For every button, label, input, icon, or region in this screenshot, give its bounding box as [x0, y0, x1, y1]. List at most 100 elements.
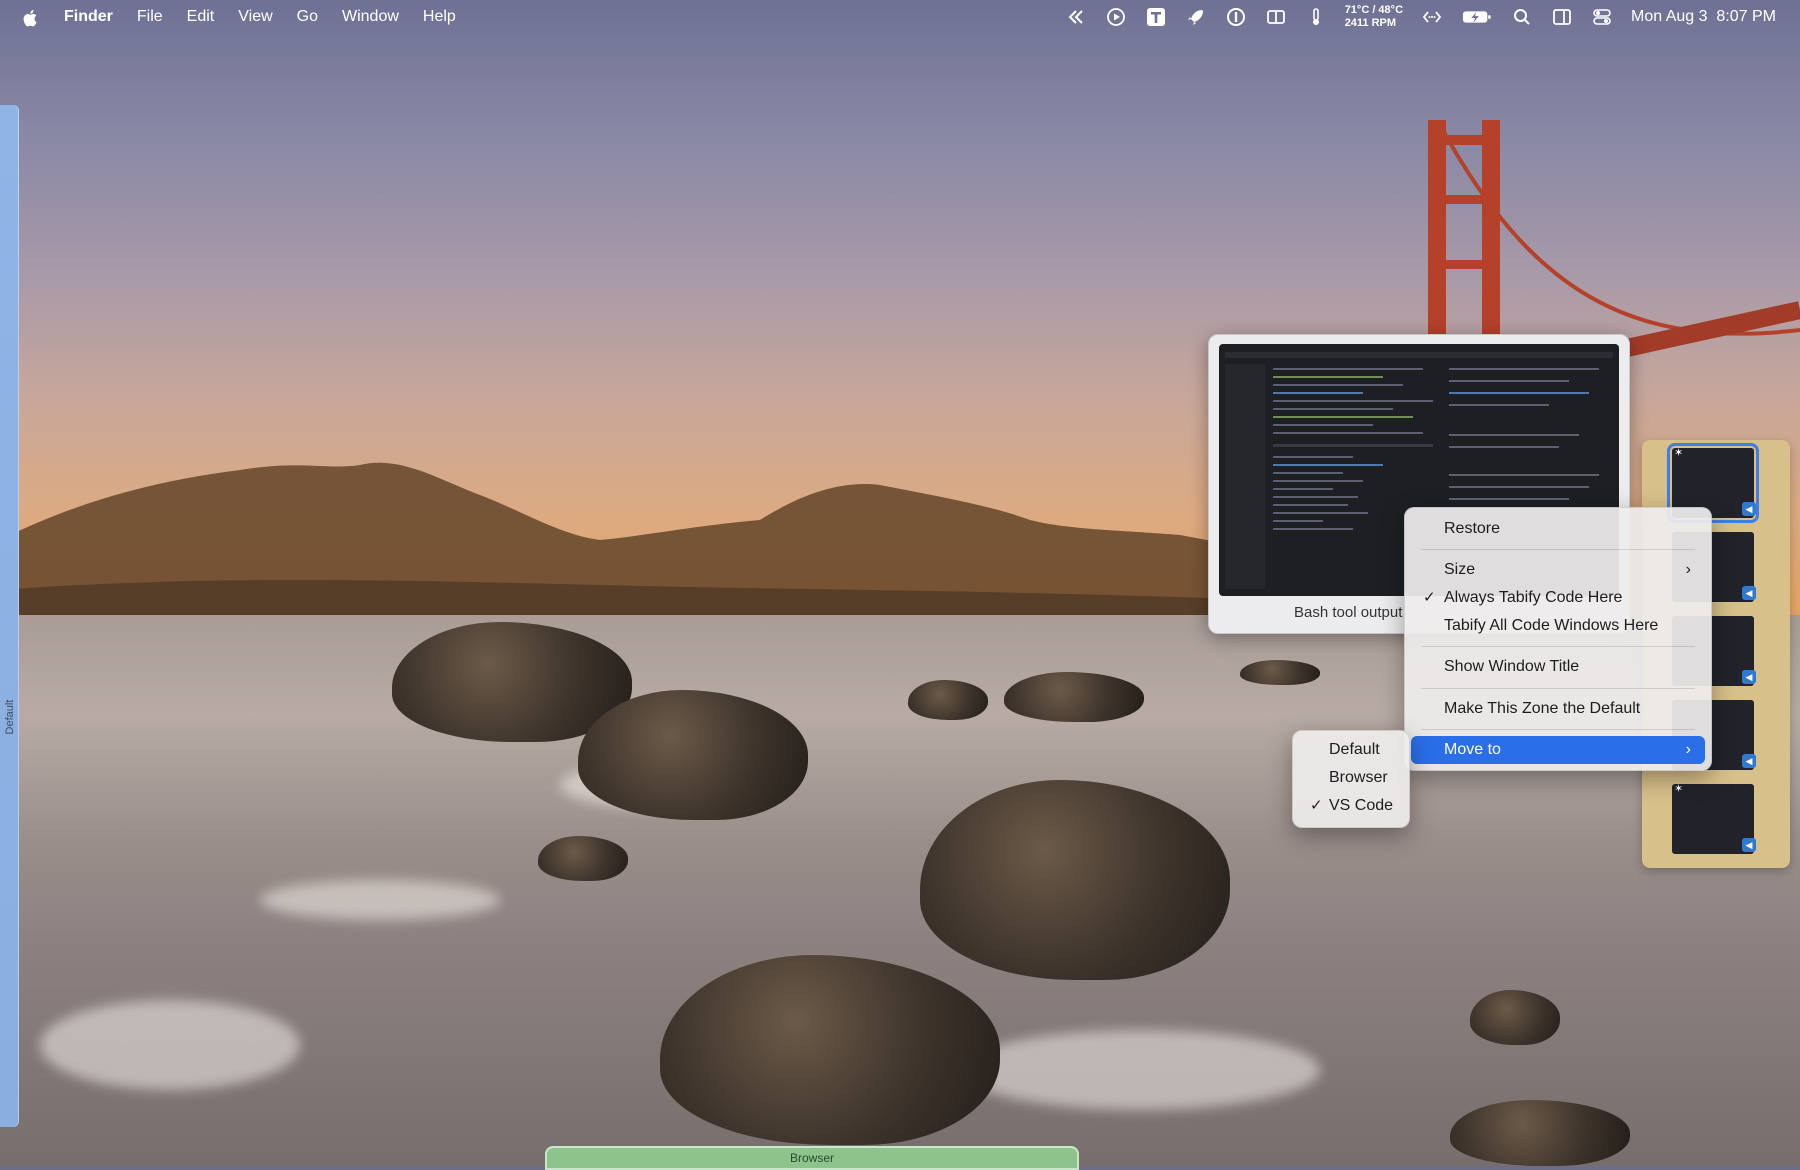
- app-menu-finder[interactable]: Finder: [64, 8, 113, 26]
- thumb-code-line: [1273, 368, 1423, 370]
- fan-speed-text: 2411 RPM: [1344, 16, 1397, 29]
- window-preview-title: Bash tool output: [1294, 604, 1403, 621]
- pin-icon: ✶: [1674, 447, 1684, 459]
- rock: [538, 836, 628, 881]
- menu-separator: [1421, 729, 1695, 730]
- vscode-app-icon: ◀: [1742, 754, 1756, 768]
- menu-item-restore[interactable]: Restore: [1411, 515, 1705, 543]
- rock: [1240, 660, 1320, 685]
- search-icon[interactable]: [1511, 6, 1533, 28]
- submenu-item-browser[interactable]: Browser: [1299, 764, 1403, 792]
- thumb-code-line: [1273, 472, 1343, 474]
- battery-charging-icon[interactable]: [1461, 6, 1493, 28]
- code-brackets-icon[interactable]: [1421, 6, 1443, 28]
- thumb-code-line: [1273, 488, 1333, 490]
- thumb-code-line: [1273, 456, 1353, 458]
- menu-item-tabify-all[interactable]: Tabify All Code Windows Here: [1411, 612, 1705, 640]
- thumb-chat-line: [1449, 498, 1569, 500]
- rocket-icon[interactable]: [1185, 6, 1207, 28]
- zone-browser-strip[interactable]: Browser: [545, 1146, 1079, 1170]
- menu-item-make-default-zone[interactable]: Make This Zone the Default: [1411, 695, 1705, 723]
- submenu-item-label: Default: [1329, 741, 1380, 758]
- control-center-icon[interactable]: [1591, 6, 1613, 28]
- thumb-code-line: [1273, 520, 1323, 522]
- menu-separator: [1421, 549, 1695, 550]
- menu-bar: Finder File Edit View Go Window Help 71°…: [0, 0, 1800, 33]
- pin-icon: ✶: [1674, 783, 1684, 795]
- thumb-code-line: [1273, 408, 1393, 410]
- thumb-code-line: [1273, 432, 1423, 434]
- sidebar-icon[interactable]: [1551, 6, 1573, 28]
- menu-help[interactable]: Help: [423, 8, 456, 26]
- menu-window[interactable]: Window: [342, 8, 399, 26]
- thumb-code-line: [1273, 424, 1373, 426]
- menu-item-label: Tabify All Code Windows Here: [1444, 617, 1659, 634]
- thermometer-icon[interactable]: [1305, 6, 1327, 28]
- menu-item-label: Always Tabify Code Here: [1444, 589, 1623, 606]
- rock: [1004, 672, 1144, 722]
- chevrons-left-icon[interactable]: [1065, 6, 1087, 28]
- thumb-chat-line: [1449, 434, 1579, 436]
- move-to-submenu: Default Browser ✓ VS Code: [1292, 730, 1410, 828]
- rock: [578, 690, 808, 820]
- stacked-window-thumbnail[interactable]: ✶ ◀: [1672, 783, 1756, 854]
- thumb-chat-line: [1449, 404, 1549, 406]
- menu-item-show-window-title[interactable]: Show Window Title: [1411, 653, 1705, 681]
- menu-item-label: Restore: [1444, 520, 1501, 537]
- thumb-chat-line: [1449, 446, 1559, 448]
- thumb-chat-line: [1449, 474, 1599, 476]
- menu-item-always-tabify[interactable]: ✓ Always Tabify Code Here: [1411, 584, 1705, 612]
- checkmark-icon: ✓: [1310, 797, 1323, 814]
- checkmark-icon: ✓: [1423, 589, 1436, 606]
- thumb-titlebar: [1225, 352, 1613, 358]
- zone-default-label: Default: [4, 699, 16, 735]
- rock: [908, 680, 988, 720]
- text-t-icon[interactable]: [1145, 6, 1167, 28]
- wave-foam: [260, 880, 500, 920]
- 1password-icon[interactable]: [1225, 6, 1247, 28]
- clock-time: 8:07 PM: [1716, 7, 1776, 25]
- wave-foam: [960, 1030, 1320, 1110]
- submenu-item-default[interactable]: Default: [1299, 736, 1403, 764]
- temperature-text: 71°C / 48°C: [1344, 3, 1404, 16]
- vscode-app-icon: ◀: [1742, 670, 1756, 684]
- menu-item-move-to[interactable]: Move to ›: [1411, 736, 1705, 764]
- menu-separator: [1421, 688, 1695, 689]
- thumb-code-line: [1273, 392, 1363, 394]
- apple-menu-icon[interactable]: [22, 8, 40, 26]
- thumb-code-line: [1273, 416, 1413, 418]
- rock: [1450, 1100, 1630, 1166]
- rock: [1470, 990, 1560, 1045]
- clock-date: Mon Aug 3: [1631, 7, 1708, 25]
- thumb-chat-line: [1449, 486, 1589, 488]
- menu-go[interactable]: Go: [297, 8, 318, 26]
- wave-foam: [40, 1000, 300, 1090]
- thumb-chat-line: [1449, 392, 1589, 394]
- play-circle-icon[interactable]: [1105, 6, 1127, 28]
- submenu-item-vs-code[interactable]: ✓ VS Code: [1299, 792, 1403, 820]
- thumb-code-line: [1273, 376, 1383, 378]
- chevron-right-icon: ›: [1685, 741, 1691, 758]
- menu-item-label: Show Window Title: [1444, 658, 1580, 675]
- thumb-code-line: [1273, 464, 1383, 466]
- zone-default-strip[interactable]: Default: [0, 105, 19, 1127]
- vscode-app-icon: ◀: [1742, 502, 1756, 516]
- menu-item-size[interactable]: Size ›: [1411, 556, 1705, 584]
- menu-item-label: Make This Zone the Default: [1444, 700, 1641, 717]
- split-view-icon[interactable]: [1265, 6, 1287, 28]
- menubar-clock[interactable]: Mon Aug 3 8:07 PM: [1631, 8, 1776, 26]
- vscode-app-icon: ◀: [1742, 838, 1756, 852]
- thumb-code-line: [1273, 512, 1368, 514]
- menu-edit[interactable]: Edit: [187, 8, 215, 26]
- thumb-chat-line: [1449, 380, 1569, 382]
- thumb-code-line: [1273, 480, 1363, 482]
- sensor-readout[interactable]: 71°C / 48°C 2411 RPM: [1345, 4, 1403, 30]
- thumb-code-line: [1273, 504, 1348, 506]
- thumb-code-line: [1273, 528, 1353, 530]
- thumb-divider: [1273, 444, 1433, 447]
- menu-view[interactable]: View: [238, 8, 272, 26]
- menu-separator: [1421, 646, 1695, 647]
- context-menu: Restore Size › ✓ Always Tabify Code Here…: [1404, 507, 1712, 771]
- menu-file[interactable]: File: [137, 8, 163, 26]
- thumb-code-line: [1273, 496, 1358, 498]
